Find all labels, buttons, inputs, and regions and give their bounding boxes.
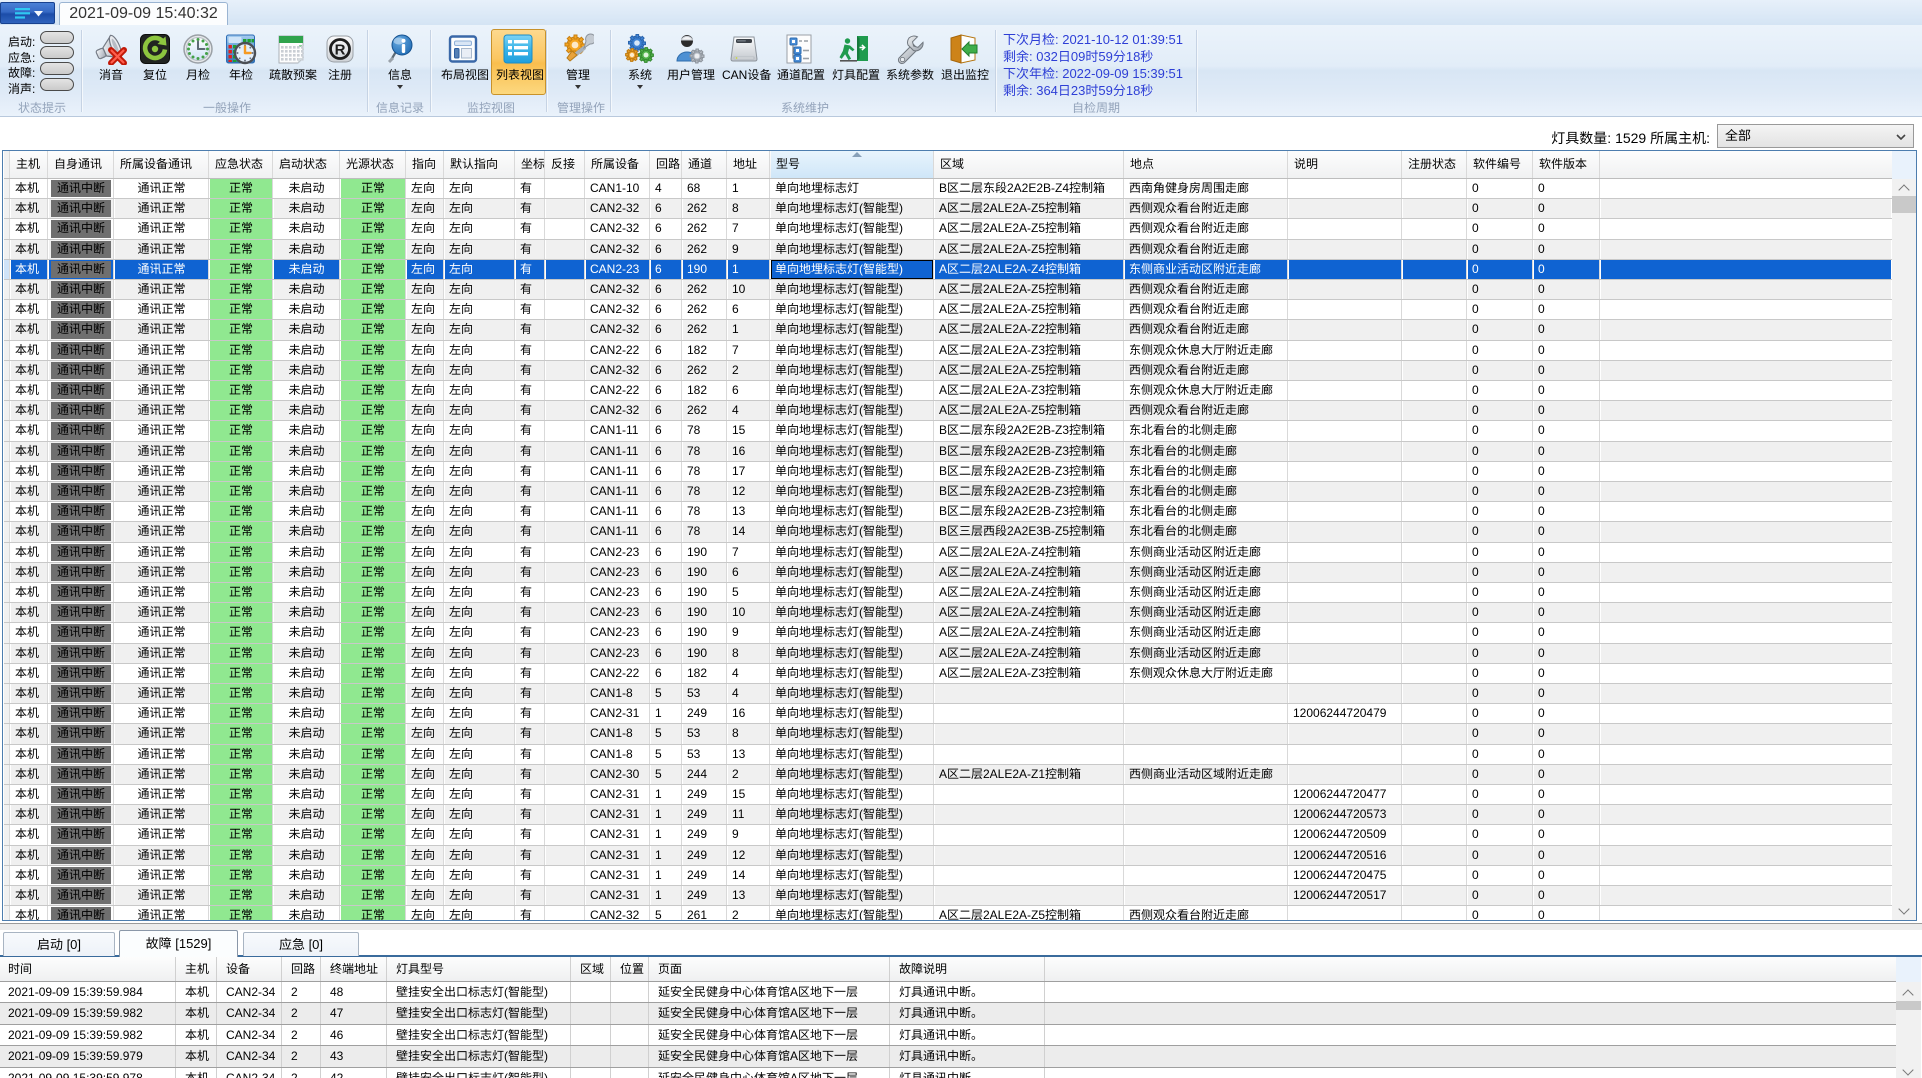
svg-text:R: R	[335, 42, 346, 59]
